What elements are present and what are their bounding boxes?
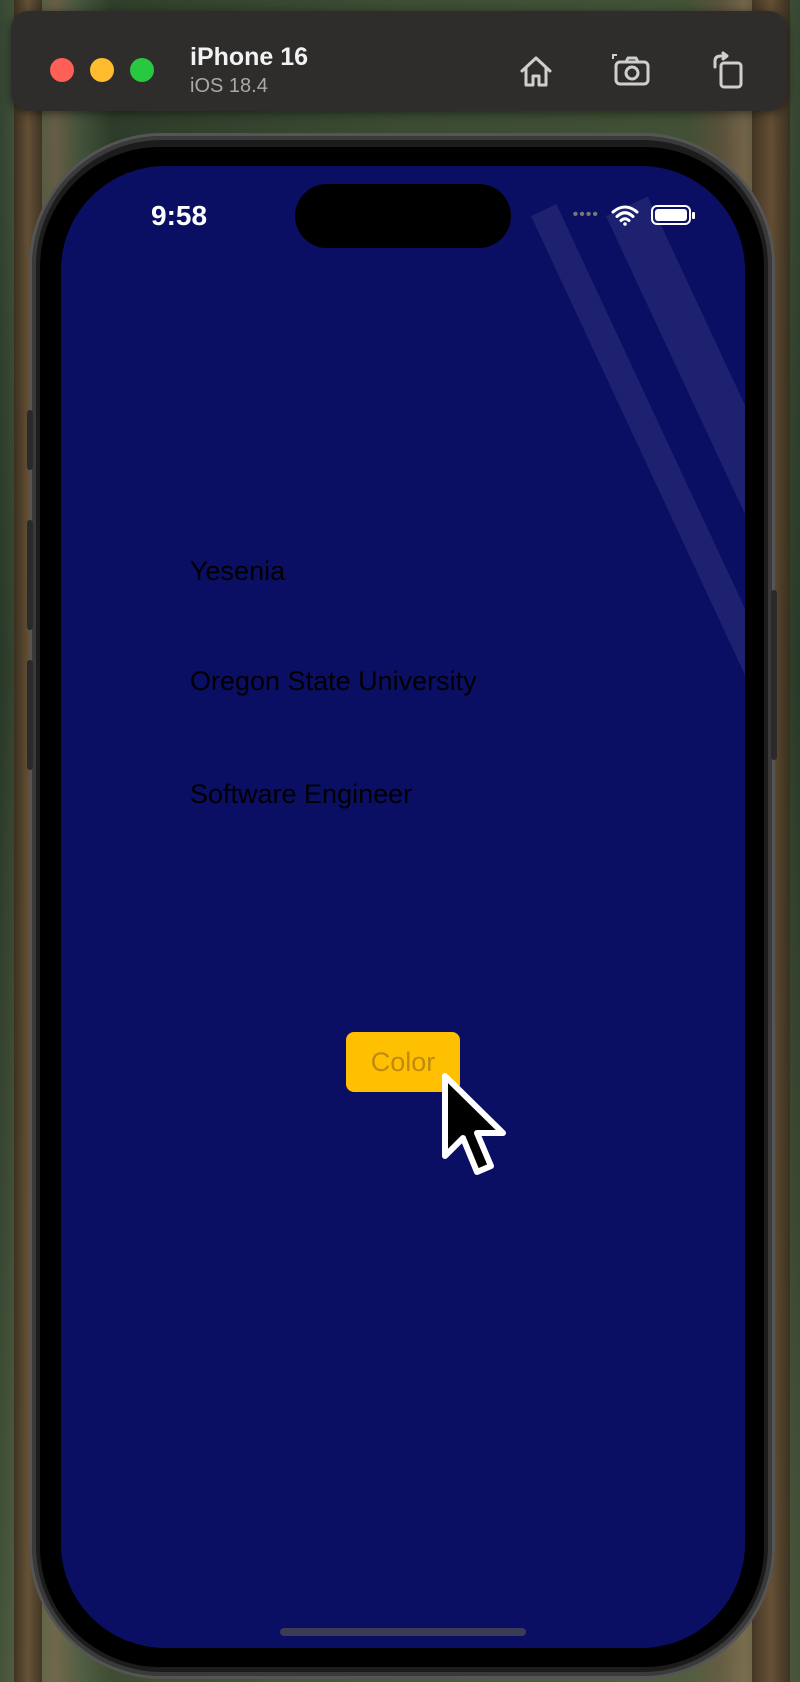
job-label: Software Engineer	[190, 779, 413, 809]
os-version: iOS 18.4	[190, 75, 268, 97]
wifi-icon	[611, 204, 639, 226]
screenshot-button[interactable]	[612, 51, 652, 91]
battery-icon	[651, 205, 695, 225]
action-button	[27, 410, 33, 470]
home-icon	[520, 56, 552, 87]
dynamic-island	[295, 184, 511, 248]
phone-screen: 9:58 •••• Yesenia Oregon State Universit…	[61, 166, 745, 1648]
volume-up-button	[27, 520, 33, 630]
home-button[interactable]	[516, 51, 556, 91]
device-name: iPhone 16	[190, 43, 309, 71]
school-label: Oregon State University	[190, 666, 477, 696]
signal-icon: ••••	[572, 206, 599, 223]
screen-glare	[531, 204, 745, 851]
rotate-icon	[713, 51, 743, 89]
close-window-button[interactable]	[50, 58, 74, 82]
simulator-titlebar: iPhone 16 iOS 18.4	[11, 11, 787, 111]
power-button	[771, 590, 777, 760]
zoom-window-button[interactable]	[130, 58, 154, 82]
rotate-button[interactable]	[708, 51, 748, 91]
status-icons: ••••	[572, 204, 695, 226]
volume-down-button	[27, 660, 33, 770]
minimize-window-button[interactable]	[90, 58, 114, 82]
name-label: Yesenia	[190, 556, 286, 586]
home-indicator[interactable]	[280, 1628, 526, 1636]
pointer-cursor	[441, 1072, 511, 1180]
status-time: 9:58	[151, 200, 208, 231]
screenshot-icon	[612, 54, 650, 86]
